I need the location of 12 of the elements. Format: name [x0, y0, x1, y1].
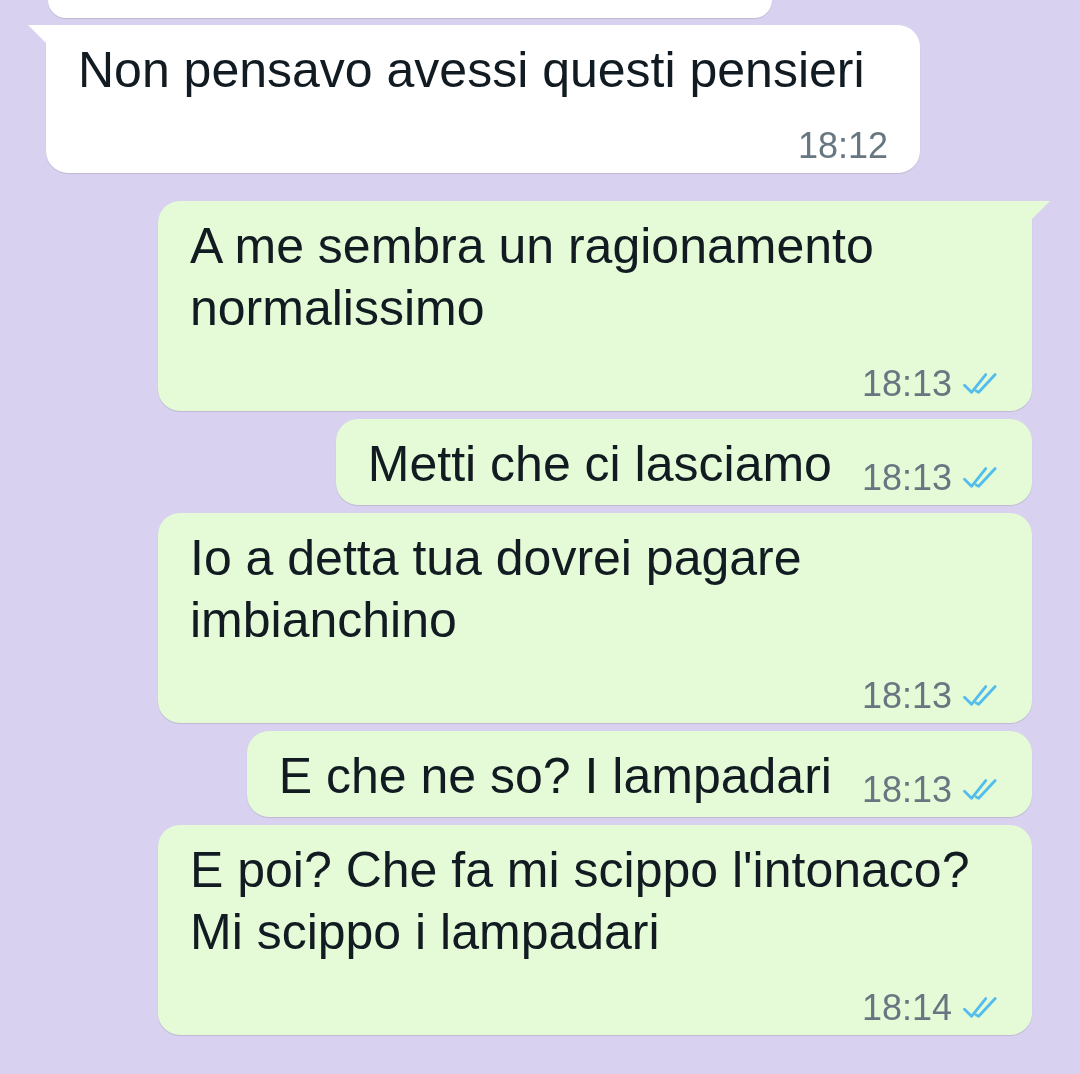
message-text: Metti che ci lasciamo: [367, 435, 832, 494]
message-time: 18:13: [861, 679, 952, 713]
message-time: 18:13: [861, 461, 952, 495]
message-time: 18:12: [797, 129, 888, 163]
message-text: E che ne so? I lampadari: [278, 747, 832, 806]
message-time: 18:14: [861, 991, 952, 1025]
message-text: Io a detta tua dovrei pagare imbianchino: [190, 529, 803, 650]
message-text: Non pensavo avessi questi pensieri: [78, 41, 865, 100]
message-text: A me sembra un ragionamento normalissimo: [190, 217, 875, 338]
message-time: 18:13: [861, 367, 952, 401]
message-time: 18:13: [861, 773, 952, 807]
message-text: E poi? Che fa mi scippo l'intonaco? Mi scippo i lampadari: [190, 841, 971, 962]
